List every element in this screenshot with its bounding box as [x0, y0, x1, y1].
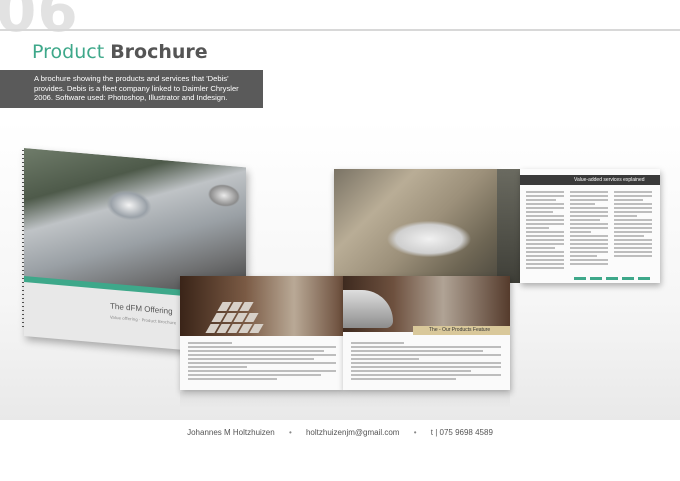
cover-title: The dFM Offering — [110, 301, 173, 316]
page-number: 06 — [0, 0, 79, 45]
footer-separator-2: • — [413, 428, 417, 437]
spread-car-photo — [334, 169, 497, 283]
title-second-word: Brochure — [110, 41, 208, 63]
spread-accent-5 — [638, 277, 650, 280]
brochure-spread-center: The - Our Products Feature — [180, 276, 510, 390]
spread-accent-4 — [622, 277, 634, 280]
footer: Johannes M Holtzhuizen • holtzhuizenjm@g… — [0, 428, 680, 437]
center-right-page: The - Our Products Feature — [343, 276, 510, 390]
spread-text-column-3 — [614, 191, 652, 259]
brochure-reflection — [180, 392, 510, 408]
top-divider — [0, 29, 680, 31]
brochure-spread-right: Value-added services explained — [334, 169, 660, 283]
center-left-text — [188, 342, 336, 382]
footer-name: Johannes M Holtzhuizen — [187, 428, 275, 437]
footer-phone: t | 075 9698 4589 — [430, 428, 493, 437]
description-text: A brochure showing the products and serv… — [34, 74, 239, 103]
spread-text-column-2 — [570, 191, 608, 267]
center-right-text — [351, 342, 501, 382]
tile-graphic — [205, 302, 266, 334]
spread-gutter — [497, 169, 520, 283]
spread-accent-1 — [574, 277, 586, 280]
cover-car-photo — [24, 148, 246, 298]
cover-subtitle: Value offering · Product Brochure — [110, 314, 177, 326]
title-first-word: Product — [32, 41, 105, 63]
description-box: A brochure showing the products and serv… — [0, 70, 263, 108]
spread-accent-3 — [606, 277, 618, 280]
center-band: The - Our Products Feature — [413, 326, 510, 335]
spread-band: Value-added services explained — [520, 175, 660, 185]
footer-separator-1: • — [288, 428, 292, 437]
center-left-page — [180, 276, 343, 390]
spread-text-column-1 — [526, 191, 564, 271]
footer-email[interactable]: holtzhuizenjm@gmail.com — [306, 428, 400, 437]
spread-accent-2 — [590, 277, 602, 280]
page-title: Product Brochure — [32, 43, 208, 62]
spread-text-page: Value-added services explained — [520, 169, 660, 283]
